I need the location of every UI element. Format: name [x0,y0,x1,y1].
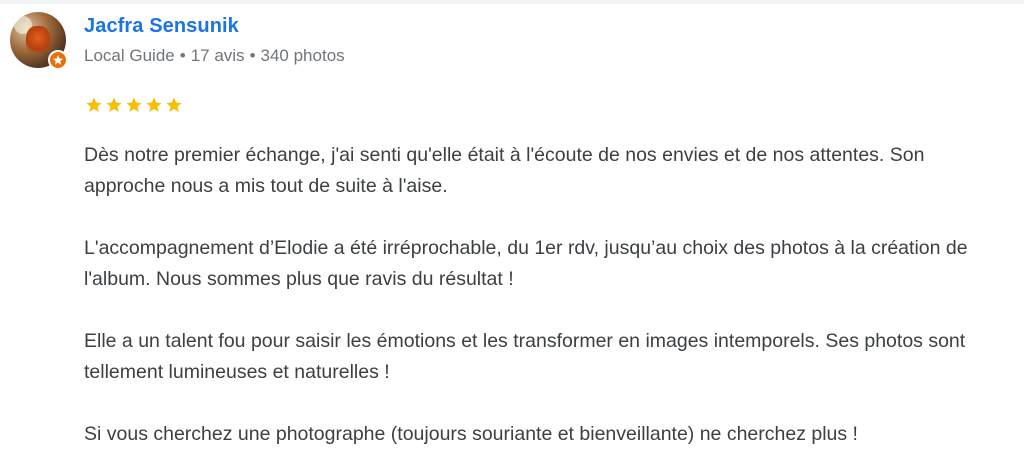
review-paragraph: Dès notre premier échange, j'ai senti qu… [84,144,925,197]
star-rating [85,96,183,114]
local-guide-badge-icon [48,50,68,70]
photos-count: 340 photos [260,46,345,65]
star-icon [146,97,162,112]
reviewer-meta: Local Guide • 17 avis • 340 photos [84,46,345,66]
meta-separator: • [249,46,256,65]
reviewer-name-link[interactable]: Jacfra Sensunik [84,15,239,38]
review-text: Dès notre premier échange, j'ai senti qu… [84,140,1004,450]
star-icon [166,97,182,112]
star-icon [126,97,142,112]
reviewer-level: Local Guide [84,46,175,65]
star-icon [106,97,122,112]
star-icon [86,97,102,112]
review-paragraph: L'accompagnement d’Elodie a été irréproc… [84,237,968,290]
review-paragraph: Si vous cherchez une photographe (toujou… [84,423,858,445]
avatar[interactable] [10,12,68,70]
review-paragraph: Elle a un talent fou pour saisir les émo… [84,330,966,383]
top-divider [0,0,1024,4]
meta-separator: • [179,46,186,65]
reviews-count: 17 avis [190,46,245,65]
